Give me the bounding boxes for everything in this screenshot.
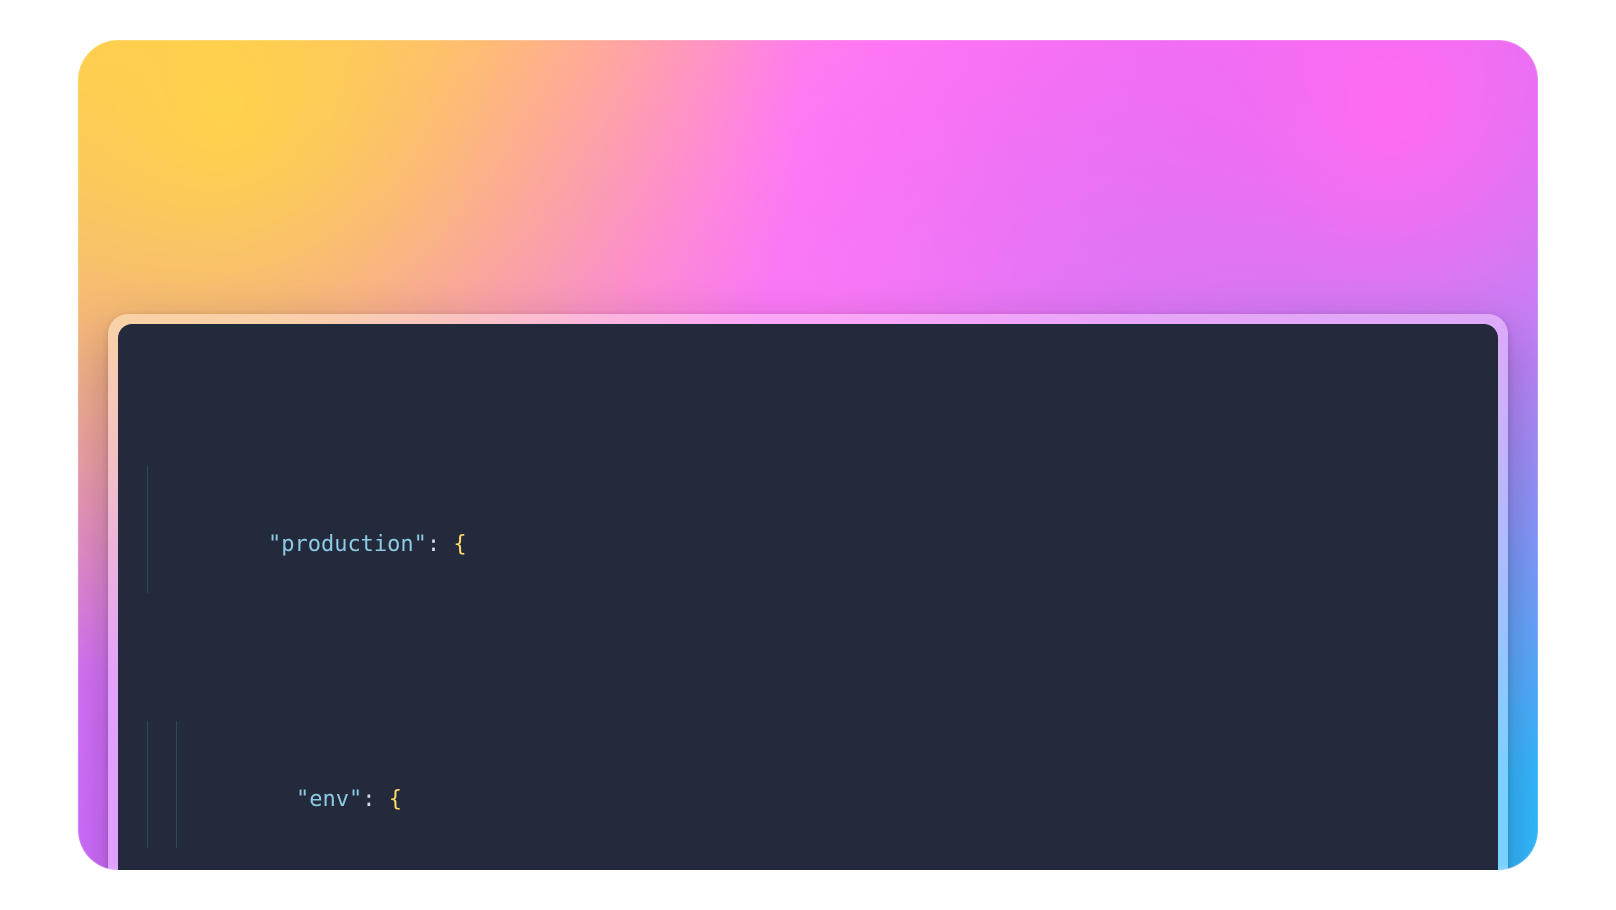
open-brace: {	[453, 532, 466, 557]
open-brace: {	[389, 787, 402, 812]
code-editor: "production": { "env": { "EXPO_PUBLIC_FI…	[118, 324, 1498, 870]
json-key: "production"	[268, 532, 427, 557]
code-line: "production": {	[134, 466, 1480, 594]
code-panel: "production": { "env": { "EXPO_PUBLIC_FI…	[108, 314, 1508, 870]
colon: :	[362, 787, 389, 812]
colon: :	[427, 532, 454, 557]
json-key: "env"	[296, 787, 362, 812]
code-line: "env": {	[134, 721, 1480, 849]
gradient-canvas: "production": { "env": { "EXPO_PUBLIC_FI…	[78, 40, 1538, 870]
